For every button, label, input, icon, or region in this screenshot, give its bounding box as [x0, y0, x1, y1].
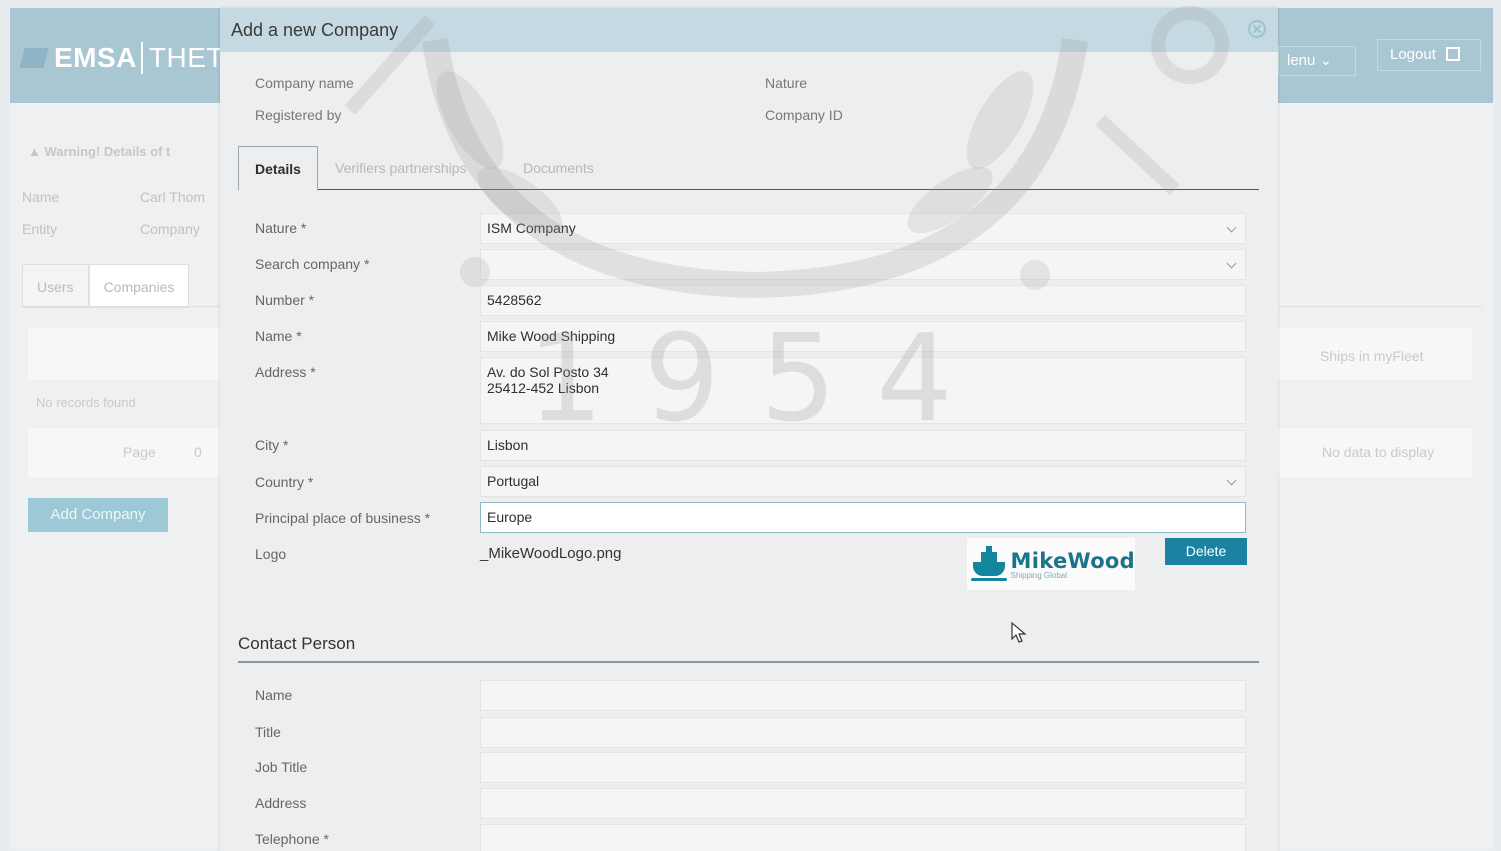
add-company-button[interactable]: Add Company	[28, 498, 168, 532]
brand-name: EMSA	[54, 42, 137, 73]
company-name-label: Company name	[255, 75, 354, 91]
brand-logo: EMSA THET	[19, 42, 224, 74]
home-value: Carl Thom	[140, 189, 206, 205]
contact-job-title-input[interactable]	[480, 752, 1246, 783]
system-name: THET	[140, 42, 224, 74]
chevron-down-icon: ⌄	[1319, 52, 1333, 69]
close-icon[interactable]	[1248, 20, 1266, 38]
nature-select[interactable]: ISM Company	[480, 213, 1246, 244]
modal-title: Add a new Company	[231, 20, 399, 40]
contact-title-input[interactable]	[480, 717, 1246, 748]
address-label: Address *	[255, 364, 316, 380]
tab-details[interactable]: Details	[238, 146, 318, 191]
principal-place-input[interactable]: Europe	[480, 502, 1246, 533]
principal-place-label: Principal place of business *	[255, 510, 431, 526]
company-id-label: Company ID	[765, 107, 843, 123]
number-input[interactable]: 5428562	[480, 285, 1246, 316]
logout-button[interactable]: Logout	[1377, 39, 1481, 71]
contact-telephone-label: Telephone *	[255, 831, 329, 847]
nature-summary-label: Nature	[765, 75, 808, 91]
background-tabs: Users Companies	[22, 264, 190, 308]
nature-value: ISM Company	[487, 220, 576, 236]
company-logo-preview: MikeWood Shipping Global	[967, 538, 1135, 590]
modal-tabs: Details Verifiers partnerships Documents	[238, 146, 1259, 191]
logo-filename: _MikeWoodLogo.png	[480, 545, 622, 562]
page-number: 0	[194, 444, 202, 460]
home-label: Name	[22, 189, 60, 205]
ship-icon	[971, 544, 1007, 584]
registered-by-label: Registered by	[255, 107, 342, 123]
page-label: Page	[123, 444, 156, 460]
contact-telephone-input[interactable]	[480, 824, 1246, 851]
logo-label: Logo	[255, 546, 287, 562]
country-select[interactable]: Portugal	[480, 466, 1246, 497]
nature-label: Nature *	[255, 220, 307, 236]
country-value: Portugal	[487, 473, 540, 489]
section-divider	[238, 661, 1259, 663]
contact-job-title-label: Job Title	[255, 759, 308, 775]
number-label: Number *	[255, 292, 315, 308]
search-company-label: Search company *	[255, 256, 370, 272]
tab-documents[interactable]: Documents	[523, 146, 594, 190]
logout-icon	[1445, 47, 1460, 61]
city-label: City *	[255, 437, 289, 453]
ships-label: Ships in myFleet	[1320, 348, 1424, 364]
entity-value: Company	[140, 221, 200, 237]
menu-button[interactable]: lenu ⌄	[1278, 46, 1356, 76]
add-company-modal: Add a new Company Company name Registere…	[220, 8, 1278, 851]
menu-label: lenu	[1287, 52, 1316, 69]
entity-label: Entity	[22, 221, 58, 237]
search-company-select[interactable]	[480, 249, 1246, 280]
warning-banner: ▲ Warning! Details of t	[28, 144, 171, 159]
address-textarea[interactable]: Av. do Sol Posto 34 25412-452 Lisbon	[480, 357, 1246, 424]
contact-address-input[interactable]	[480, 788, 1246, 819]
emsa-logo-icon	[19, 48, 49, 68]
name-input[interactable]: Mike Wood Shipping	[480, 321, 1246, 352]
tab-users[interactable]: Users	[22, 264, 89, 308]
no-records-text: No records found	[36, 395, 136, 410]
contact-address-label: Address	[255, 795, 307, 811]
no-data-text: No data to display	[1322, 444, 1435, 460]
tab-verifiers-partnerships[interactable]: Verifiers partnerships	[335, 146, 467, 190]
logout-label: Logout	[1390, 46, 1436, 63]
name-label: Name *	[255, 328, 302, 344]
chevron-down-icon	[1226, 222, 1237, 233]
logo-main-text: MikeWood	[1010, 548, 1135, 573]
contact-person-title: Contact Person	[238, 634, 356, 653]
chevron-down-icon	[1226, 258, 1237, 269]
warning-text: Warning! Details of t	[44, 144, 171, 159]
chevron-down-icon	[1226, 475, 1237, 486]
modal-title-bar: Add a new Company	[220, 8, 1278, 52]
delete-logo-button[interactable]: Delete	[1165, 538, 1247, 565]
contact-name-input[interactable]	[480, 680, 1246, 711]
tab-companies[interactable]: Companies	[88, 264, 190, 308]
contact-name-label: Name	[255, 687, 293, 703]
contact-title-label: Title	[255, 724, 281, 740]
mouse-cursor-icon	[1011, 622, 1027, 643]
country-label: Country *	[255, 474, 314, 490]
logo-wordmark: MikeWood Shipping Global	[1011, 549, 1135, 580]
city-input[interactable]: Lisbon	[480, 430, 1246, 461]
